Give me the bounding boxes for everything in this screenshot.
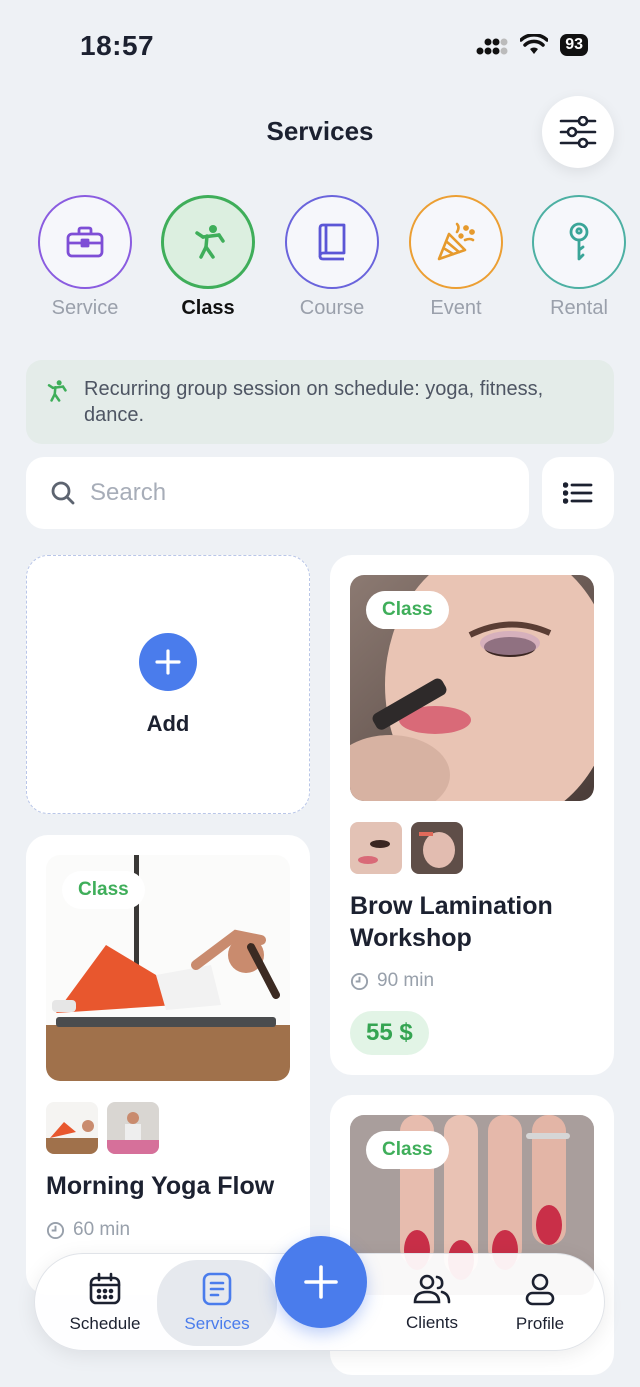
banner-text: Recurring group session on schedule: yog… — [84, 378, 544, 426]
battery-indicator: 93 — [560, 34, 588, 56]
wifi-icon — [520, 34, 549, 54]
nav-schedule[interactable]: Schedule — [45, 1254, 165, 1352]
category-badge: Class — [62, 871, 145, 909]
book-icon — [318, 223, 346, 261]
party-popper-icon — [437, 222, 475, 261]
category-service[interactable]: Service — [37, 195, 133, 320]
filter-button[interactable] — [542, 96, 614, 168]
category-class-circle — [161, 195, 255, 289]
category-label: Event — [430, 297, 482, 319]
nav-services[interactable]: Services — [157, 1260, 277, 1346]
status-icons: 93 — [476, 34, 588, 56]
service-title: Morning Yoga Flow — [46, 1172, 275, 1200]
nav-label: Profile — [515, 1314, 565, 1333]
list-view-button[interactable] — [542, 457, 614, 529]
nav-profile[interactable]: Profile — [481, 1254, 599, 1352]
add-service-card[interactable]: Add — [26, 555, 310, 814]
category-class[interactable]: Class — [160, 195, 256, 320]
clock-icon — [350, 972, 369, 990]
briefcase-icon — [66, 226, 104, 258]
category-label: Service — [51, 297, 119, 319]
gallery-thumbnail[interactable] — [411, 822, 463, 874]
category-rental-circle — [532, 195, 626, 289]
category-event-circle — [409, 195, 503, 289]
service-duration: 60 min — [46, 1219, 130, 1241]
category-label: Class — [181, 297, 235, 319]
nav-label: Services — [184, 1314, 250, 1333]
add-label: Add — [146, 710, 190, 736]
category-course[interactable]: Course — [284, 195, 380, 320]
nav-label: Clients — [406, 1313, 458, 1332]
plus-icon — [155, 648, 181, 675]
category-badge: Class — [366, 591, 449, 629]
gallery-thumbnail[interactable] — [46, 1102, 98, 1154]
search-icon — [51, 481, 75, 505]
duration-text: 60 min — [73, 1219, 131, 1240]
martial-arts-icon — [47, 380, 67, 402]
search-input[interactable] — [90, 479, 490, 507]
service-price: 55 $ — [350, 1011, 429, 1055]
category-rental[interactable]: Rental — [531, 195, 627, 320]
service-duration: 90 min — [350, 970, 434, 992]
person-icon — [525, 1273, 555, 1306]
users-icon — [413, 1274, 451, 1304]
create-fab-button[interactable] — [275, 1236, 367, 1328]
nav-label: Schedule — [69, 1314, 141, 1333]
list-icon — [563, 482, 593, 504]
service-card-morning-yoga[interactable]: Class Morning Yoga Flow 60 min — [26, 835, 310, 1295]
signal-icon — [476, 38, 508, 55]
service-card-brow-lamination[interactable]: Class Brow Lamination Workshop 90 min 55… — [330, 555, 614, 1075]
status-time: 18:57 — [80, 30, 155, 61]
add-button[interactable] — [139, 632, 197, 691]
category-badge: Class — [366, 1131, 449, 1169]
category-course-circle — [285, 195, 379, 289]
duration-text: 90 min — [377, 970, 435, 991]
calendar-icon — [89, 1272, 121, 1305]
clock-icon — [46, 1221, 65, 1239]
nav-clients[interactable]: Clients — [373, 1254, 491, 1352]
category-service-circle — [38, 195, 132, 289]
service-title: Brow Lamination Workshop — [350, 892, 553, 952]
gallery-thumbnail[interactable] — [350, 822, 402, 874]
document-icon — [202, 1272, 232, 1306]
search-bar[interactable] — [26, 457, 529, 529]
gallery-thumbnail[interactable] — [107, 1102, 159, 1154]
category-label: Course — [299, 297, 365, 319]
category-label: Rental — [550, 297, 608, 319]
martial-arts-icon — [195, 225, 225, 259]
category-event[interactable]: Event — [408, 195, 504, 320]
plus-icon — [304, 1265, 338, 1299]
category-description-banner: Recurring group session on schedule: yog… — [26, 360, 614, 444]
sliders-icon — [559, 116, 597, 148]
key-icon — [569, 222, 589, 261]
